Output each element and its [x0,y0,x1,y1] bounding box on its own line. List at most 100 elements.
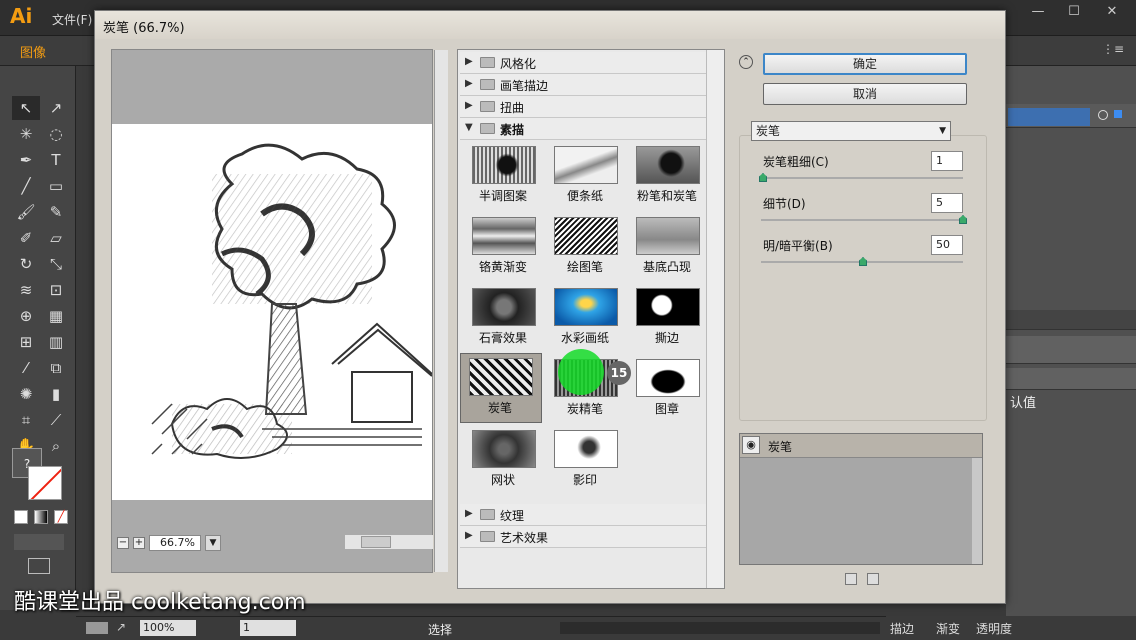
blend-tool-icon[interactable]: ⧉ [42,356,70,380]
column-graph-tool-icon[interactable]: ▮ [42,382,70,406]
tab-stroke[interactable]: 描边 [890,620,914,637]
gallery-scrollbar[interactable] [706,50,724,588]
gradient-tool-icon[interactable]: ▥ [42,330,70,354]
status-icon[interactable] [86,622,108,634]
zoom-out-button[interactable]: − [117,537,129,549]
filter-thumb-charcoal[interactable]: 炭笔 [460,353,542,423]
filter-thumb-torn-edges[interactable]: 撕边 [628,284,706,352]
filter-thumb-halftone[interactable]: 半调图案 [464,142,542,210]
trash-icon[interactable] [867,573,879,585]
filter-thumb-bas-relief[interactable]: 基底凸现 [628,213,706,281]
drawing-modes-icon[interactable] [14,534,64,550]
filter-thumb-plaster[interactable]: 石膏效果 [464,284,542,352]
effect-layers-list: ◉ 炭笔 [739,433,983,565]
gradient-mode-icon[interactable] [34,510,48,524]
param-input-thickness[interactable]: 1 [931,151,963,171]
param-label-thickness: 炭笔粗细(C) [763,155,829,169]
shape-builder-tool-icon[interactable]: ⊕ [12,304,40,328]
expand-arrow-icon: ▶ [465,508,473,519]
layer-select-indicator[interactable] [1114,110,1122,118]
eye-icon[interactable]: ◉ [742,436,760,454]
mesh-tool-icon[interactable]: ⊞ [12,330,40,354]
category-texture[interactable]: ▶ 纹理 [460,504,706,526]
filter-thumb-stamp[interactable]: 图章 [628,355,706,423]
dialog-titlebar[interactable]: 炭笔 (66.7%) [95,11,1005,39]
magic-wand-tool-icon[interactable]: ✳ [12,122,40,146]
new-effect-layer-icon[interactable] [845,573,857,585]
filter-thumb-chalk-charcoal[interactable]: 粉笔和炭笔 [628,142,706,210]
filter-thumb-chrome[interactable]: 铬黄渐变 [464,213,542,281]
default-value-label: 认值 [1010,396,1037,411]
effect-layer-row[interactable]: ◉ 炭笔 [740,434,982,458]
zoom-in-button[interactable]: + [133,537,145,549]
filter-thumb-photocopy[interactable]: 影印 [546,426,624,494]
filter-thumb-reticulation[interactable]: 网状 [464,426,542,494]
current-tool-status[interactable]: 选择 [428,621,452,638]
scroll-thumb[interactable] [361,536,391,548]
perspective-grid-tool-icon[interactable]: ▦ [42,304,70,328]
eraser-tool-icon[interactable]: ▱ [42,226,70,250]
param-input-detail[interactable]: 5 [931,193,963,213]
none-mode-icon[interactable]: ╱ [54,510,68,524]
menu-file[interactable]: 文件(F) [52,11,92,28]
layers-scrollbar[interactable] [972,458,982,564]
lasso-tool-icon[interactable]: ◌ [42,122,70,146]
line-tool-icon[interactable]: ╱ [12,174,40,198]
panel-menu-icon[interactable]: ⋮≡ [1102,42,1124,56]
eyedropper-tool-icon[interactable]: ⁄ [12,356,40,380]
rectangle-tool-icon[interactable]: ▭ [42,174,70,198]
blob-brush-tool-icon[interactable]: ✐ [12,226,40,250]
artboard-number-field[interactable]: 1 [240,620,296,636]
preview-pane[interactable] [111,49,448,573]
type-tool-icon[interactable]: T [42,148,70,172]
preview-horizontal-scrollbar[interactable] [345,535,433,549]
zoom-level-field[interactable]: 66.7% [149,535,201,551]
panel-header [1006,310,1136,330]
param-input-balance[interactable]: 50 [931,235,963,255]
maximize-icon[interactable]: ☐ [1060,2,1088,22]
direct-selection-tool-icon[interactable]: ↗ [42,96,70,120]
pen-tool-icon[interactable]: ✒ [12,148,40,172]
tab-transparency[interactable]: 透明度 [976,620,1012,637]
filter-thumb-graphic-pen[interactable]: 绘图笔 [546,213,624,281]
category-distort[interactable]: ▶ 扭曲 [460,96,706,118]
category-artistic[interactable]: ▶ 艺术效果 [460,526,706,548]
preview-vertical-scrollbar[interactable] [434,50,448,572]
filter-thumb-note-paper[interactable]: 便条纸 [546,142,624,210]
minimize-icon[interactable]: — [1024,2,1052,22]
pencil-tool-icon[interactable]: ✎ [42,200,70,224]
slice-tool-icon[interactable]: ⟋ [42,408,70,432]
selection-tool-icon[interactable]: ↖ [12,96,40,120]
layer-target-icon[interactable] [1098,110,1108,120]
symbol-sprayer-tool-icon[interactable]: ✺ [12,382,40,406]
tab-gradient[interactable]: 渐变 [936,620,960,637]
param-slider-track-thickness[interactable] [761,177,963,179]
zoom-status-field[interactable]: 100% [140,620,196,636]
category-brush-strokes[interactable]: ▶ 画笔描边 [460,74,706,96]
screen-mode-icon[interactable] [28,558,50,574]
ok-button[interactable]: 确定 [763,53,967,75]
paintbrush-tool-icon[interactable]: 🖌 [12,200,40,224]
control-image-label[interactable]: 图像 [20,42,46,61]
free-transform-tool-icon[interactable]: ⊡ [42,278,70,302]
color-mode-icon[interactable] [14,510,28,524]
param-slider-track-detail[interactable] [761,219,963,221]
rotate-tool-icon[interactable]: ↻ [12,252,40,276]
collapse-gallery-icon[interactable]: ⌃ [739,55,753,69]
zoom-dropdown-icon[interactable]: ▼ [205,535,221,551]
expand-arrow-icon: ▶ [465,530,473,541]
category-sketch[interactable]: ▼ 素描 [460,118,706,140]
artboard-tool-icon[interactable]: ⌗ [12,408,40,432]
share-icon[interactable]: ↗ [116,620,126,634]
filter-select[interactable]: 炭笔 ▼ [751,121,951,141]
zoom-tool-icon[interactable]: ⌕ [42,434,70,458]
warp-tool-icon[interactable]: ≋ [12,278,40,302]
stroke-swatch[interactable] [28,466,62,500]
category-stylize[interactable]: ▶ 风格化 [460,52,706,74]
cancel-button[interactable]: 取消 [763,83,967,105]
filter-thumb-water-paper[interactable]: 水彩画纸 [546,284,624,352]
horizontal-scrollbar[interactable] [560,622,880,634]
scale-tool-icon[interactable]: ⤡ [42,252,70,276]
layer-selected-row[interactable] [1008,108,1090,126]
close-icon[interactable]: ✕ [1098,2,1126,22]
